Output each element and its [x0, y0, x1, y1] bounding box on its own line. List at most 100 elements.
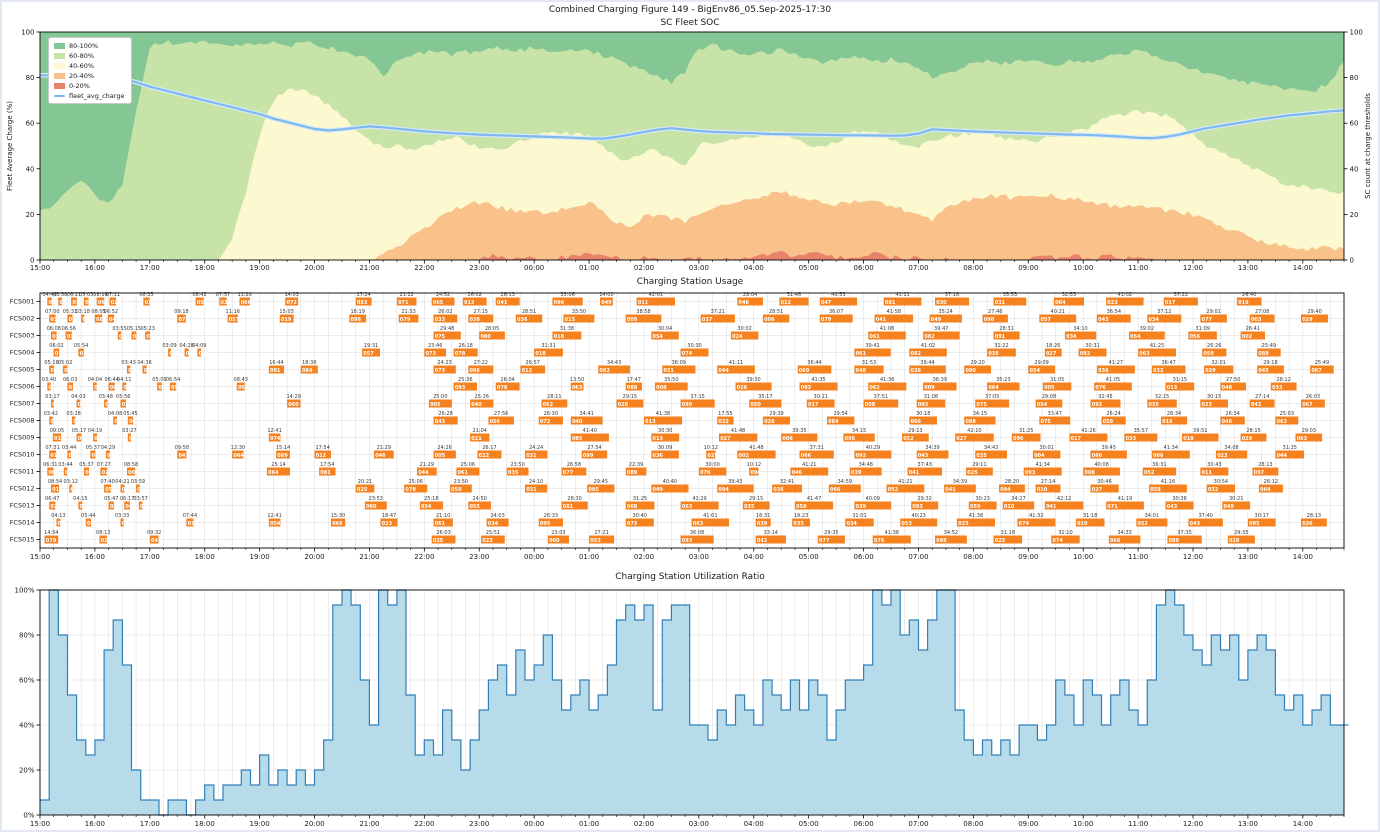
svg-text:013: 013 [652, 436, 663, 442]
svg-text:038: 038 [469, 317, 480, 323]
svg-text:34:43: 34:43 [984, 445, 998, 451]
svg-text:36:07: 36:07 [829, 309, 843, 315]
svg-text:35:53: 35:53 [1003, 292, 1017, 298]
svg-text:03:00: 03:00 [689, 820, 709, 828]
svg-text:011: 011 [122, 402, 133, 408]
svg-text:073: 073 [426, 351, 437, 357]
svg-text:25:00: 25:00 [433, 394, 447, 400]
svg-text:039: 039 [122, 521, 133, 527]
svg-text:12:30: 12:30 [231, 445, 245, 451]
svg-text:034: 034 [1148, 317, 1159, 323]
svg-text:027: 027 [720, 436, 731, 442]
svg-text:04:29: 04:29 [101, 445, 115, 451]
svg-text:10:00: 10:00 [1073, 820, 1093, 828]
svg-text:FCS002: FCS002 [10, 315, 35, 323]
svg-text:15:30: 15:30 [331, 513, 345, 519]
svg-text:14:00: 14:00 [1293, 264, 1313, 272]
svg-text:010: 010 [50, 453, 61, 459]
svg-text:06:00: 06:00 [853, 553, 873, 561]
svg-text:21:22: 21:22 [399, 292, 413, 298]
svg-text:27:08: 27:08 [1255, 309, 1269, 315]
svg-text:08:42: 08:42 [192, 292, 206, 298]
svg-text:26:33: 26:33 [544, 513, 558, 519]
legend-label: 20-40% [69, 72, 94, 80]
svg-text:078: 078 [405, 487, 416, 493]
svg-text:41:27: 41:27 [1109, 360, 1123, 366]
svg-text:005: 005 [1044, 385, 1055, 391]
svg-text:37:31: 37:31 [809, 445, 823, 451]
svg-text:023: 023 [111, 300, 122, 306]
svg-text:006: 006 [764, 317, 775, 323]
svg-text:018: 018 [67, 334, 78, 340]
svg-text:059: 059 [1103, 419, 1114, 425]
svg-text:41:58: 41:58 [887, 309, 901, 315]
svg-text:04:00: 04:00 [744, 553, 764, 561]
svg-text:34:48: 34:48 [859, 462, 873, 468]
svg-text:092: 092 [856, 453, 867, 459]
svg-text:025: 025 [110, 504, 121, 510]
svg-text:23:53: 23:53 [369, 496, 383, 502]
svg-text:30:30: 30:30 [687, 343, 701, 349]
svg-text:09:05: 09:05 [50, 428, 64, 434]
svg-text:082: 082 [924, 334, 935, 340]
svg-text:26:34: 26:34 [1225, 411, 1239, 417]
svg-text:11:00: 11:00 [1128, 553, 1148, 561]
svg-text:26:57: 26:57 [526, 360, 540, 366]
svg-text:058: 058 [1150, 487, 1161, 493]
svg-text:012: 012 [188, 521, 199, 527]
svg-text:41:02: 41:02 [1118, 292, 1132, 298]
svg-text:037: 037 [221, 300, 232, 306]
svg-text:41:38: 41:38 [969, 513, 983, 519]
svg-text:15:00: 15:00 [30, 820, 50, 828]
svg-text:011: 011 [140, 504, 151, 510]
svg-text:26:03: 26:03 [1306, 394, 1320, 400]
svg-text:032: 032 [1153, 368, 1164, 374]
svg-text:052: 052 [1144, 470, 1155, 476]
svg-text:31:10: 31:10 [1058, 530, 1072, 536]
legend-patch-swatch [54, 53, 65, 59]
svg-text:027: 027 [92, 453, 103, 459]
svg-text:FCS015: FCS015 [10, 536, 35, 544]
svg-text:07:40: 07:40 [100, 479, 114, 485]
svg-text:25:18: 25:18 [424, 496, 438, 502]
svg-text:041: 041 [133, 334, 144, 340]
svg-text:057: 057 [229, 317, 240, 323]
svg-text:040: 040 [471, 402, 482, 408]
svg-text:40:21: 40:21 [1051, 309, 1065, 315]
svg-text:033: 033 [1272, 385, 1283, 391]
svg-text:27:14: 27:14 [1255, 394, 1269, 400]
svg-text:03:18: 03:18 [75, 309, 89, 315]
svg-text:30:02: 30:02 [737, 326, 751, 332]
svg-text:21:00: 21:00 [359, 553, 379, 561]
svg-text:26:13: 26:13 [500, 292, 514, 298]
svg-text:028: 028 [618, 402, 629, 408]
svg-text:016: 016 [1162, 419, 1173, 425]
svg-text:029: 029 [1302, 317, 1313, 323]
svg-text:37:05: 37:05 [985, 394, 999, 400]
svg-text:05:00: 05:00 [799, 820, 819, 828]
svg-text:14:03: 14:03 [284, 292, 298, 298]
svg-text:07:27: 07:27 [97, 462, 111, 468]
svg-text:098: 098 [936, 538, 947, 544]
svg-text:36:54: 36:54 [1107, 309, 1121, 315]
svg-text:02:00: 02:00 [634, 820, 654, 828]
svg-text:24:26: 24:26 [437, 445, 451, 451]
svg-text:24:24: 24:24 [529, 445, 543, 451]
svg-text:41:34: 41:34 [1164, 445, 1178, 451]
svg-text:028: 028 [764, 419, 775, 425]
svg-text:00:00: 00:00 [524, 264, 544, 272]
svg-text:29:08: 29:08 [1042, 394, 1056, 400]
svg-text:016: 016 [50, 368, 61, 374]
svg-text:027: 027 [1046, 351, 1057, 357]
svg-text:15:00: 15:00 [30, 264, 50, 272]
svg-text:002: 002 [1242, 334, 1253, 340]
svg-text:022: 022 [119, 334, 130, 340]
svg-text:036: 036 [773, 487, 784, 493]
svg-text:025: 025 [433, 538, 444, 544]
svg-text:03:33: 03:33 [115, 513, 129, 519]
svg-text:20:21: 20:21 [358, 479, 372, 485]
svg-text:13:00: 13:00 [1238, 820, 1258, 828]
svg-text:085: 085 [588, 487, 599, 493]
svg-text:004: 004 [129, 419, 140, 425]
svg-text:05:45: 05:45 [123, 411, 137, 417]
